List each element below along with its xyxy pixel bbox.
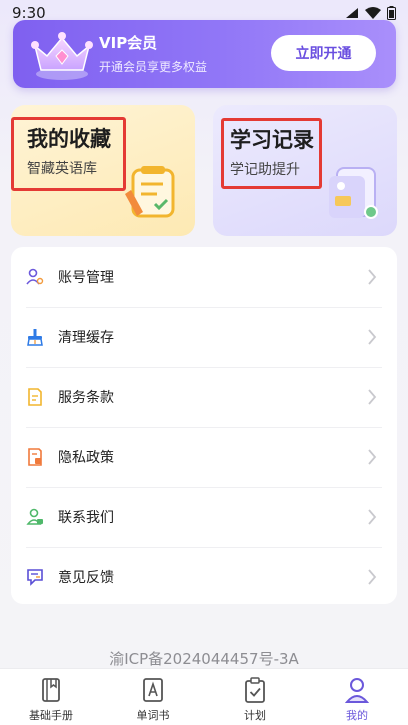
menu-item-label: 联系我们 bbox=[58, 510, 114, 526]
tab-label: 计划 bbox=[244, 709, 266, 722]
tab-label: 我的 bbox=[346, 709, 368, 722]
tab-mine[interactable]: 我的 bbox=[306, 669, 408, 725]
chevron-right-icon bbox=[368, 509, 377, 525]
tab-label: 基础手册 bbox=[29, 709, 73, 722]
icp-license-text: 渝ICP备2024044457号-3A bbox=[109, 650, 299, 668]
chevron-right-icon bbox=[368, 449, 377, 465]
records-subtitle: 学记助提升 bbox=[230, 162, 300, 178]
person-icon bbox=[344, 678, 370, 703]
menu-item-terms[interactable]: 服务条款 bbox=[11, 367, 397, 427]
records-heading-highlight: 学习记录 学记助提升 bbox=[221, 118, 322, 189]
tab-wordbook[interactable]: 单词书 bbox=[102, 669, 204, 725]
clipboard-check-icon bbox=[245, 677, 265, 703]
contact-icon bbox=[26, 508, 44, 526]
records-card[interactable]: 学习记录 学记助提升 bbox=[213, 105, 397, 236]
menu-item-label: 服务条款 bbox=[58, 390, 114, 406]
vip-subtitle: 开通会员享更多权益 bbox=[99, 60, 208, 74]
menu-item-contact[interactable]: 联系我们 bbox=[11, 487, 397, 547]
broom-icon bbox=[26, 328, 44, 346]
feedback-icon bbox=[26, 568, 44, 586]
menu-item-feedback[interactable]: 意见反馈 bbox=[11, 547, 397, 607]
vip-activate-button[interactable]: 立即开通 bbox=[271, 35, 376, 71]
account-icon bbox=[26, 268, 44, 286]
chevron-right-icon bbox=[368, 329, 377, 345]
settings-menu: 账号管理 清理缓存 服务条款 隐私政策 联系我们 意见反馈 bbox=[11, 247, 397, 604]
menu-item-label: 账号管理 bbox=[58, 270, 114, 286]
menu-item-privacy[interactable]: 隐私政策 bbox=[11, 427, 397, 487]
privacy-icon bbox=[26, 448, 44, 466]
document-icon bbox=[26, 388, 44, 406]
menu-item-account[interactable]: 账号管理 bbox=[11, 247, 397, 307]
letter-a-icon bbox=[143, 678, 163, 702]
chevron-right-icon bbox=[368, 569, 377, 585]
records-title: 学习记录 bbox=[230, 128, 314, 152]
tab-basic-handbook[interactable]: 基础手册 bbox=[0, 669, 102, 725]
records-illustration-icon bbox=[329, 167, 378, 219]
tab-label: 单词书 bbox=[136, 709, 170, 722]
tab-plan[interactable]: 计划 bbox=[204, 669, 306, 725]
crown-icon bbox=[31, 32, 93, 80]
signal-icon bbox=[346, 8, 358, 18]
favorites-card[interactable]: 我的收藏 智藏英语库 bbox=[11, 105, 195, 236]
favorites-illustration-icon bbox=[125, 166, 175, 218]
menu-item-label: 意见反馈 bbox=[58, 570, 114, 586]
status-icons bbox=[345, 6, 396, 20]
chevron-right-icon bbox=[368, 269, 377, 285]
bottom-tab-bar: 基础手册 单词书 计划 我的 bbox=[0, 668, 408, 725]
favorites-heading-highlight: 我的收藏 智藏英语库 bbox=[11, 117, 126, 191]
vip-title: VIP会员 bbox=[99, 34, 158, 52]
wifi-icon bbox=[365, 7, 381, 19]
menu-item-label: 隐私政策 bbox=[58, 450, 114, 466]
chevron-right-icon bbox=[368, 389, 377, 405]
favorites-subtitle: 智藏英语库 bbox=[27, 161, 97, 177]
menu-item-clear-cache[interactable]: 清理缓存 bbox=[11, 307, 397, 367]
menu-item-label: 清理缓存 bbox=[58, 330, 114, 346]
favorites-title: 我的收藏 bbox=[27, 127, 111, 151]
book-icon bbox=[42, 678, 60, 702]
vip-banner[interactable]: VIP会员 开通会员享更多权益 立即开通 bbox=[13, 20, 396, 88]
battery-icon bbox=[387, 6, 396, 20]
